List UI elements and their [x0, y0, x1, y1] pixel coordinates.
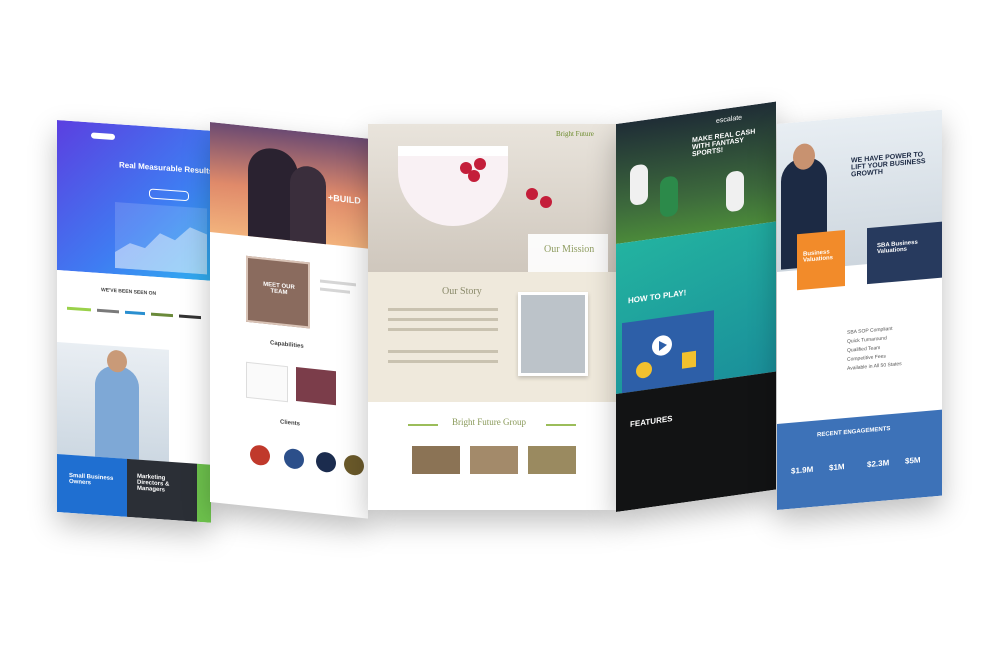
chart-illustration: [115, 202, 207, 275]
service-tile: SBA Business Valuations: [867, 221, 942, 285]
game-board-illustration: [622, 310, 714, 394]
section-heading: HOW TO PLAY!: [628, 288, 687, 306]
feature-list-item: Quick Turnaround: [847, 335, 887, 345]
trophy-icon: [636, 335, 696, 379]
brand-logo: +BUILD: [328, 192, 361, 206]
hero-title: MAKE REAL CASH WITH FANTASY SPORTS!: [692, 128, 756, 159]
tile-marketing: Marketing Directors & Managers: [127, 458, 197, 522]
player-figure: [630, 163, 648, 207]
player-figure: [726, 170, 744, 213]
mockup-panel-agency: Real Measurable Results WE'VE BEEN SEEN …: [57, 120, 211, 523]
section-heading: RECENT ENGAGEMENTS: [817, 426, 891, 439]
area-chart-icon: [115, 227, 207, 275]
client-seal-icon: [316, 451, 336, 474]
service-tile: Business Valuations: [797, 230, 845, 291]
client-seal-icon: [344, 454, 364, 477]
stat-value: $2.3M: [867, 458, 890, 470]
brand-logo: Bright Future: [556, 130, 594, 138]
hero-title: WE HAVE POWER TO LIFT YOUR BUSINESS GROW…: [851, 151, 926, 179]
feature-list-item: Available in All 50 States: [847, 361, 902, 372]
team-photo-grid: MEET OUR TEAM: [246, 255, 310, 329]
section-heading: Clients: [280, 419, 301, 428]
gallery-thumbnail: [412, 446, 460, 474]
story-heading: Our Story: [442, 286, 482, 297]
cta-button: [149, 188, 189, 202]
features-section: FEATURES: [616, 371, 776, 512]
mockup-panel-valuations: WE HAVE POWER TO LIFT YOUR BUSINESS GROW…: [777, 109, 942, 511]
client-seal-icon: [250, 444, 270, 467]
press-logos: WE'VE BEEN SEEN ON: [57, 270, 211, 351]
stat-value: $1.9M: [791, 464, 814, 476]
feature-list-item: SBA SOP Compliant: [847, 325, 893, 336]
tile-small-business: Small Business Owners: [57, 454, 127, 517]
mission-heading: Our Mission: [544, 244, 595, 255]
group-heading: Bright Future Group: [452, 417, 526, 427]
section-heading: Capabilities: [270, 340, 304, 350]
businessman-photo: [57, 342, 169, 462]
mission-card: Our Mission: [528, 234, 608, 272]
recent-engagements-section: RECENT ENGAGEMENTS $1.9M $1M $2.3M $5M: [777, 409, 942, 510]
mockup-panel-escalate: escalate MAKE REAL CASH WITH FANTASY SPO…: [616, 101, 776, 513]
player-figure: [660, 175, 678, 218]
stat-value: $5M: [905, 455, 921, 466]
hero-title: Real Measurable Results: [119, 160, 211, 176]
logos-heading: WE'VE BEEN SEEN ON: [101, 287, 157, 297]
stats-row: $1.9M $1M $2.3M $5M: [777, 410, 942, 475]
story-section: Our Story: [368, 272, 616, 402]
hero-section: escalate MAKE REAL CASH WITH FANTASY SPO…: [616, 101, 776, 245]
nav-button: [91, 132, 115, 141]
client-seal-icon: [284, 447, 304, 470]
chef-photo: [518, 292, 588, 376]
capability-card: [296, 367, 336, 406]
website-mockup-collage: Real Measurable Results WE'VE BEEN SEEN …: [0, 0, 1000, 645]
silhouette-figure: [290, 164, 326, 245]
gallery-thumbnail: [528, 446, 576, 474]
feature-list-item: Competitive Fees: [847, 353, 886, 363]
hero-section: Real Measurable Results: [57, 120, 211, 281]
section-heading: FEATURES: [630, 414, 673, 430]
mockup-panel-build: +BUILD MEET OUR TEAM Capabilities Client…: [210, 122, 368, 519]
tile-accent: [197, 463, 211, 523]
gallery-thumbnail: [470, 446, 518, 474]
mockup-panel-bright-future: Bright Future Our Mission Our Story Brig…: [368, 124, 616, 510]
stat-value: $1M: [829, 462, 845, 473]
feature-list-item: Qualified Team: [847, 344, 881, 354]
brand-logo: escalate: [716, 114, 743, 125]
hero-section: +BUILD: [210, 122, 368, 249]
hero-section: Bright Future Our Mission: [368, 124, 616, 272]
capability-card: [246, 361, 288, 403]
yogurt-bowl-image: [398, 146, 508, 226]
